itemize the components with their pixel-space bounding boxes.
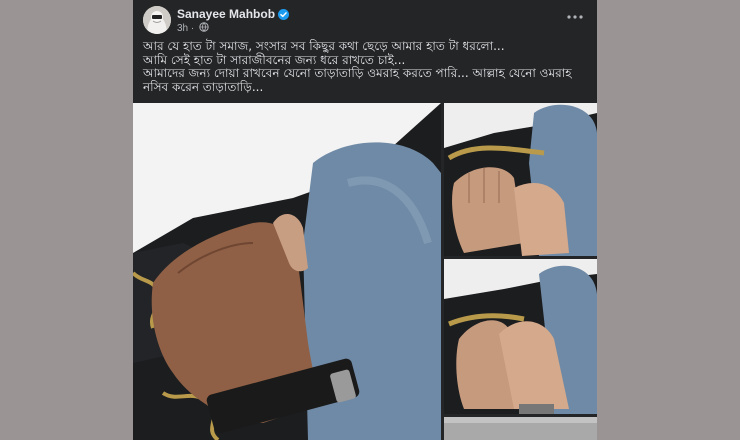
author-line: Sanayee Mahbob — [177, 7, 290, 23]
more-options-icon[interactable] — [565, 10, 585, 26]
post-meta: 3h · — [177, 22, 209, 35]
photo-4[interactable] — [444, 417, 597, 440]
verified-badge-icon — [278, 9, 290, 23]
author-name[interactable]: Sanayee Mahbob — [177, 7, 275, 21]
facebook-post: Sanayee Mahbob 3h · আর যে হাত টা সমাজ, স… — [133, 0, 597, 440]
post-text: আর যে হাত টা সমাজ, সংসার সব কিছুর কথা ছে… — [143, 39, 589, 94]
post-header: Sanayee Mahbob 3h · — [133, 0, 597, 40]
photo-grid — [133, 103, 597, 440]
photo-2[interactable] — [444, 103, 597, 256]
globe-icon — [199, 22, 209, 35]
post-time[interactable]: 3h — [177, 23, 188, 34]
avatar[interactable] — [143, 6, 171, 34]
post-text-line: আমি সেই হাত টা সারাজীবনের জন্য ধরে রাখতে… — [143, 52, 406, 67]
photo-3[interactable] — [444, 259, 597, 414]
photo-main[interactable] — [133, 103, 441, 440]
post-text-line: আমাদের জন্য দোয়া রাখবেন যেনো তাড়াতাড়ি… — [143, 66, 572, 94]
post-text-line: আর যে হাত টা সমাজ, সংসার সব কিছুর কথা ছে… — [143, 39, 505, 53]
